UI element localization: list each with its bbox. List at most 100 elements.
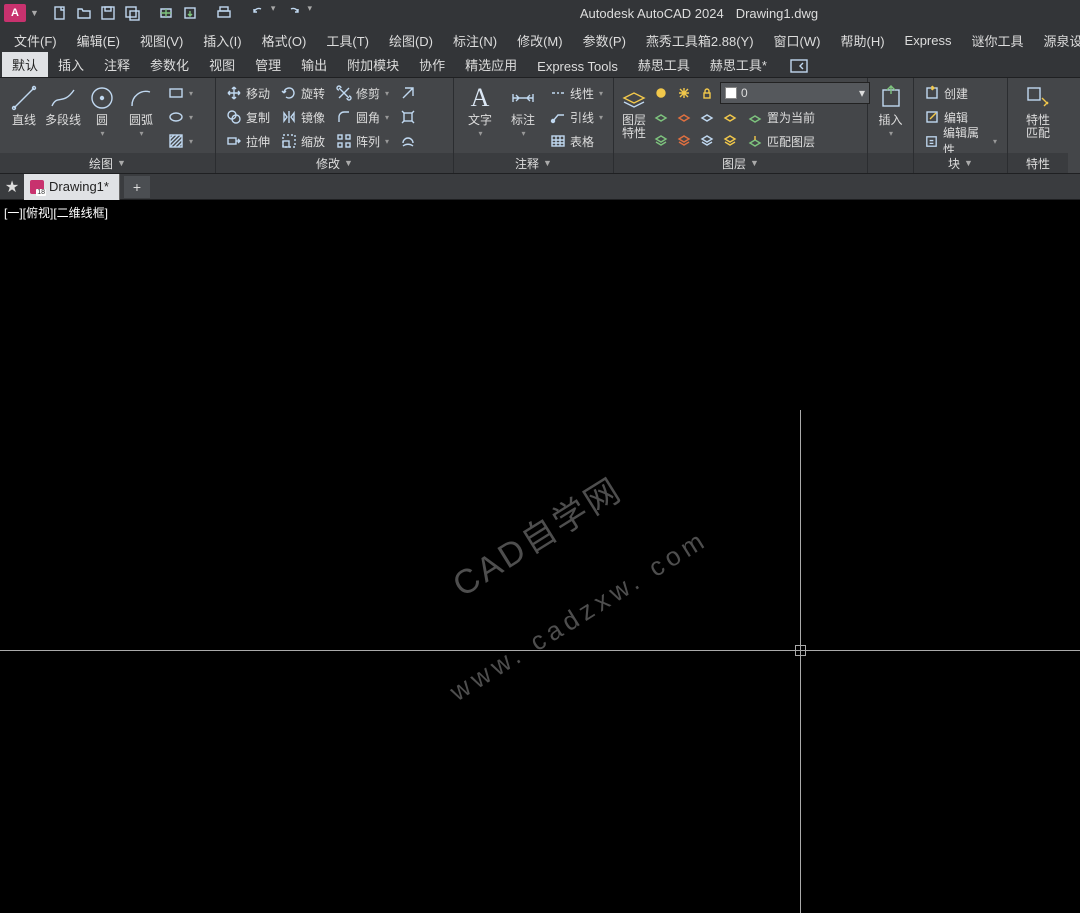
layer-iso-icon[interactable] bbox=[651, 106, 671, 126]
dimension-button[interactable]: 标注▾ bbox=[503, 82, 543, 153]
layer-current-name: 0 bbox=[741, 86, 748, 100]
menu-window[interactable]: 窗口(W) bbox=[768, 29, 827, 52]
fillet-button[interactable]: 圆角▾ bbox=[332, 106, 393, 128]
tab-default[interactable]: 默认 bbox=[2, 52, 48, 77]
move-button[interactable]: 移动 bbox=[222, 82, 274, 104]
tab-manage[interactable]: 管理 bbox=[245, 52, 291, 77]
tab-featured[interactable]: 精选应用 bbox=[455, 52, 527, 77]
arc-button[interactable]: 圆弧▾ bbox=[123, 82, 159, 153]
line-button[interactable]: 直线 bbox=[6, 82, 42, 153]
insert-block-button[interactable]: 插入▾ bbox=[874, 82, 907, 153]
explode-button[interactable] bbox=[396, 106, 420, 128]
rotate-button[interactable]: 旋转 bbox=[277, 82, 329, 104]
panel-title-insert bbox=[868, 153, 913, 173]
match-layer-button[interactable]: 匹配图层 bbox=[743, 130, 819, 152]
layer-off-icon[interactable] bbox=[697, 106, 717, 126]
layer-properties-button[interactable]: 图层 特性 bbox=[620, 82, 648, 153]
ellipse-button[interactable]: ▾ bbox=[164, 106, 197, 128]
redo-dropdown-icon[interactable]: ▾ bbox=[307, 3, 312, 23]
polyline-button[interactable]: 多段线 bbox=[45, 82, 81, 153]
array-button[interactable]: 阵列▾ bbox=[332, 130, 393, 152]
menu-dimension[interactable]: 标注(N) bbox=[447, 29, 503, 52]
menu-insert[interactable]: 插入(I) bbox=[197, 29, 247, 52]
panel-title-layer[interactable]: 图层▼ bbox=[614, 153, 867, 173]
tab-express[interactable]: Express Tools bbox=[527, 56, 628, 77]
tab-parametric[interactable]: 参数化 bbox=[140, 52, 199, 77]
panel-title-draw[interactable]: 绘图▼ bbox=[0, 153, 215, 173]
leader-button[interactable]: 引线▾ bbox=[546, 106, 607, 128]
table-button[interactable]: 表格 bbox=[546, 130, 607, 152]
layer-g3-icon[interactable] bbox=[697, 129, 717, 149]
undo-dropdown-icon[interactable]: ▾ bbox=[271, 3, 276, 23]
trim-button[interactable]: 修剪▾ bbox=[332, 82, 393, 104]
tab-hesi2[interactable]: 赫思工具* bbox=[700, 52, 777, 77]
tab-collab[interactable]: 协作 bbox=[409, 52, 455, 77]
drawing-canvas[interactable]: [一][俯视][二维线框] CAD自学网 www. cadzxw. com bbox=[0, 200, 1080, 713]
scale-button[interactable]: 缩放 bbox=[277, 130, 329, 152]
mirror-button[interactable]: 镜像 bbox=[277, 106, 329, 128]
tab-output[interactable]: 输出 bbox=[291, 52, 337, 77]
block-create-button[interactable]: 创建 bbox=[920, 82, 1001, 104]
menu-yuanquan[interactable]: 源泉设计 bbox=[1038, 29, 1080, 52]
web-save-icon[interactable] bbox=[179, 3, 201, 23]
new-icon[interactable] bbox=[49, 3, 71, 23]
panel-title-block[interactable]: 块▼ bbox=[914, 153, 1007, 173]
menu-mini[interactable]: 谜你工具 bbox=[966, 29, 1030, 52]
menu-view[interactable]: 视图(V) bbox=[134, 29, 189, 52]
app-menu-arrow[interactable]: ▼ bbox=[30, 8, 39, 18]
menu-parametric[interactable]: 参数(P) bbox=[577, 29, 632, 52]
open-icon[interactable] bbox=[73, 3, 95, 23]
tab-addins[interactable]: 附加模块 bbox=[337, 52, 409, 77]
tab-hesi1[interactable]: 赫思工具 bbox=[628, 52, 700, 77]
block-attr-button[interactable]: 编辑属性▾ bbox=[920, 130, 1001, 152]
viewport-label[interactable]: [一][俯视][二维线框] bbox=[4, 204, 108, 221]
layer-on-icon[interactable] bbox=[651, 83, 671, 103]
layer-g2-icon[interactable] bbox=[674, 129, 694, 149]
layer-g1-icon[interactable] bbox=[651, 129, 671, 149]
menu-express[interactable]: Express bbox=[899, 31, 958, 50]
ribbon-minimize-icon[interactable] bbox=[785, 55, 813, 77]
tab-annotate[interactable]: 注释 bbox=[94, 52, 140, 77]
redo-icon[interactable] bbox=[283, 3, 305, 23]
saveas-icon[interactable] bbox=[121, 3, 143, 23]
new-tab-button[interactable]: + bbox=[124, 176, 150, 198]
layer-combo[interactable]: 0 ▾ bbox=[720, 82, 870, 104]
menu-file[interactable]: 文件(F) bbox=[8, 29, 63, 52]
panel-annotation: A文字▾ 标注▾ 线性▾ 引线▾ 表格 注释▼ bbox=[454, 78, 614, 173]
circle-button[interactable]: 圆▾ bbox=[84, 82, 120, 153]
erase-button[interactable] bbox=[396, 82, 420, 104]
file-tab-drawing1[interactable]: Drawing1* bbox=[24, 174, 120, 200]
app-logo[interactable]: A bbox=[4, 4, 26, 22]
menu-edit[interactable]: 编辑(E) bbox=[71, 29, 126, 52]
copy-button[interactable]: 复制 bbox=[222, 106, 274, 128]
start-tab-icon[interactable]: ★ bbox=[0, 174, 24, 200]
offset-button[interactable] bbox=[396, 130, 420, 152]
layer-lock-icon[interactable] bbox=[697, 83, 717, 103]
menu-format[interactable]: 格式(O) bbox=[256, 29, 313, 52]
undo-icon[interactable] bbox=[247, 3, 269, 23]
match-properties-button[interactable]: 特性 匹配 bbox=[1020, 82, 1056, 153]
tab-insert[interactable]: 插入 bbox=[48, 52, 94, 77]
menu-help[interactable]: 帮助(H) bbox=[834, 29, 890, 52]
hatch-button[interactable]: ▾ bbox=[164, 130, 197, 152]
menu-draw[interactable]: 绘图(D) bbox=[383, 29, 439, 52]
save-icon[interactable] bbox=[97, 3, 119, 23]
panel-title-annotation[interactable]: 注释▼ bbox=[454, 153, 613, 173]
quick-access-toolbar: ▾ ▾ bbox=[49, 3, 318, 23]
panel-title-modify[interactable]: 修改▼ bbox=[216, 153, 453, 173]
rectangle-button[interactable]: ▾ bbox=[164, 82, 197, 104]
linetype-button[interactable]: 线性▾ bbox=[546, 82, 607, 104]
layer-g4-icon[interactable] bbox=[720, 129, 740, 149]
layer-freeze-icon[interactable] bbox=[674, 83, 694, 103]
tab-view[interactable]: 视图 bbox=[199, 52, 245, 77]
layer-thaw-icon[interactable] bbox=[720, 106, 740, 126]
layer-uniso-icon[interactable] bbox=[674, 106, 694, 126]
menu-tools[interactable]: 工具(T) bbox=[320, 29, 375, 52]
text-button[interactable]: A文字▾ bbox=[460, 82, 500, 153]
set-current-layer-button[interactable]: 置为当前 bbox=[743, 106, 819, 128]
web-open-icon[interactable] bbox=[155, 3, 177, 23]
menu-modify[interactable]: 修改(M) bbox=[511, 29, 569, 52]
menu-yanxiu[interactable]: 燕秀工具箱2.88(Y) bbox=[640, 29, 760, 52]
stretch-button[interactable]: 拉伸 bbox=[222, 130, 274, 152]
plot-icon[interactable] bbox=[213, 3, 235, 23]
